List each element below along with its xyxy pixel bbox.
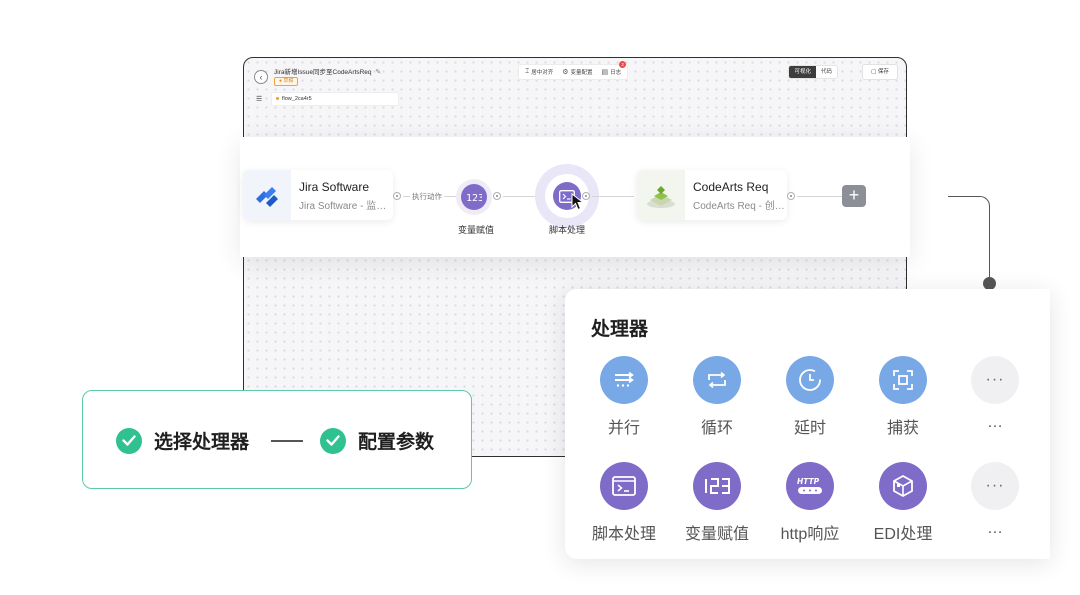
check-circle-icon [116, 427, 142, 454]
save-button[interactable]: ▢ 保存 [862, 64, 898, 80]
more-icon: ··· [971, 462, 1019, 510]
back-button[interactable]: ‹ [254, 70, 268, 84]
jira-logo [243, 170, 291, 220]
variable-config-button[interactable]: ⚙ 变量配置 [562, 68, 592, 76]
log-icon: ▤ [601, 69, 609, 76]
processor-more-row2[interactable]: ··· … [955, 462, 1035, 538]
loop-icon [693, 356, 741, 404]
http-icon: HTTP [786, 462, 834, 510]
flow-title-text: Jira新增Issue同步至CodeArtsReq [274, 69, 372, 76]
view-toggle: 可视化 代码 [788, 65, 838, 79]
connector-line [503, 196, 537, 197]
action-label: 执行动作 [410, 191, 444, 202]
step-divider [271, 440, 303, 442]
cube-icon [879, 462, 927, 510]
codearts-req-node[interactable]: CodeArts Req CodeArts Req - 创… [637, 170, 787, 220]
step-label: 配置参数 [358, 432, 435, 453]
save-label: 保存 [877, 69, 889, 75]
jira-output-port[interactable] [393, 192, 401, 200]
codearts-output-port[interactable] [787, 192, 795, 200]
flow-title: Jira新增Issue同步至CodeArtsReq ✎ [274, 66, 381, 76]
add-node-button[interactable]: + [842, 185, 866, 207]
step-select-processor: 选择处理器 [116, 427, 249, 454]
check-circle-icon [320, 427, 346, 454]
terminal-icon [600, 462, 648, 510]
processor-parallel[interactable]: 并行 [584, 356, 664, 438]
log-count-badge: 2 [619, 61, 627, 68]
view-code-tab[interactable]: 代码 [816, 66, 837, 78]
codearts-node-name: CodeArts Req [693, 180, 769, 194]
variable-config-label: 变量配置 [570, 70, 593, 76]
processor-loop[interactable]: 循环 [677, 356, 757, 438]
processor-delay[interactable]: 延时 [770, 356, 850, 438]
parallel-icon [600, 356, 648, 404]
stage: ‹ Jira新增Issue同步至CodeArtsReq ✎ ● 草稿 ☰ flo… [0, 0, 1080, 595]
jira-node-subtitle: Jira Software - 监… [299, 201, 387, 212]
variable-node[interactable]: 123 [456, 179, 492, 215]
svg-text:123: 123 [466, 193, 482, 202]
processor-capture[interactable]: 捕获 [863, 356, 943, 438]
processor-edi[interactable]: EDI处理 [863, 462, 943, 544]
jira-trigger-node[interactable]: Jira Software Jira Software - 监… [243, 170, 393, 220]
connector-line [797, 196, 842, 197]
processor-label: EDI处理 [873, 526, 933, 543]
script-node-label: 脚本处理 [549, 225, 586, 235]
jira-node-name: Jira Software [299, 180, 370, 194]
processor-http-response[interactable]: HTTP http响应 [770, 462, 850, 544]
codearts-node-subtitle: CodeArts Req - 创… [693, 201, 785, 212]
variable-output-port[interactable] [493, 192, 501, 200]
flow-canvas-strip: Jira Software Jira Software - 监… 执行动作 12… [240, 137, 910, 257]
save-icon: ▢ [871, 69, 878, 75]
processor-panel: 处理器 并行 循环 延时 捕获 ··· … 脚本处理 变量赋值 HTTP htt… [565, 289, 1050, 559]
cursor-icon [571, 192, 585, 216]
flow-id: flow_2ca4r5 [282, 96, 312, 102]
variable-node-label: 变量赋值 [458, 225, 495, 235]
steps-card: 选择处理器 配置参数 [82, 390, 472, 489]
align-label: 居中对齐 [531, 70, 554, 76]
processor-label: 并行 [607, 420, 640, 437]
processor-script[interactable]: 脚本处理 [584, 462, 664, 544]
codearts-logo [637, 170, 685, 220]
editor-header: ‹ Jira新增Issue同步至CodeArtsReq ✎ ● 草稿 ☰ flo… [244, 58, 906, 138]
processor-variable[interactable]: 变量赋值 [677, 462, 757, 544]
center-toolbar: ⌶ 居中对齐 ⚙ 变量配置 ▤ 日志 2 [518, 61, 629, 80]
pencil-icon[interactable]: ✎ [375, 69, 381, 76]
processor-label: 变量赋值 [684, 526, 749, 543]
log-button[interactable]: ▤ 日志 2 [601, 61, 627, 76]
collapse-icon[interactable]: ☰ [256, 95, 262, 103]
number-icon: 123 [461, 184, 487, 210]
processor-label: … [987, 414, 1003, 431]
step-label: 选择处理器 [154, 432, 250, 453]
processor-label: 循环 [700, 420, 733, 437]
flow-id-chip[interactable]: flow_2ca4r5 [271, 92, 399, 106]
processor-label: 脚本处理 [591, 526, 656, 543]
svg-text:HTTP: HTTP [797, 477, 820, 486]
processor-label: 延时 [793, 420, 826, 437]
gear-icon: ⚙ [562, 69, 569, 76]
clock-icon [786, 356, 834, 404]
draft-badge: ● 草稿 [274, 77, 299, 86]
number-icon [693, 462, 741, 510]
panel-title: 处理器 [591, 319, 649, 340]
processor-label: 捕获 [886, 420, 919, 437]
align-icon: ⌶ [525, 68, 530, 75]
processor-label: … [987, 520, 1003, 537]
processor-more-row1[interactable]: ··· … [955, 356, 1035, 432]
log-label: 日志 [610, 70, 622, 76]
align-center-button[interactable]: ⌶ 居中对齐 [525, 68, 553, 76]
more-icon: ··· [971, 356, 1019, 404]
connector-line [592, 196, 634, 197]
processor-label: http响应 [780, 526, 840, 543]
status-dot [276, 97, 279, 101]
step-configure-params: 配置参数 [320, 427, 434, 454]
capture-icon [879, 356, 927, 404]
view-visual-tab[interactable]: 可视化 [789, 66, 816, 78]
callout-line [948, 196, 990, 284]
